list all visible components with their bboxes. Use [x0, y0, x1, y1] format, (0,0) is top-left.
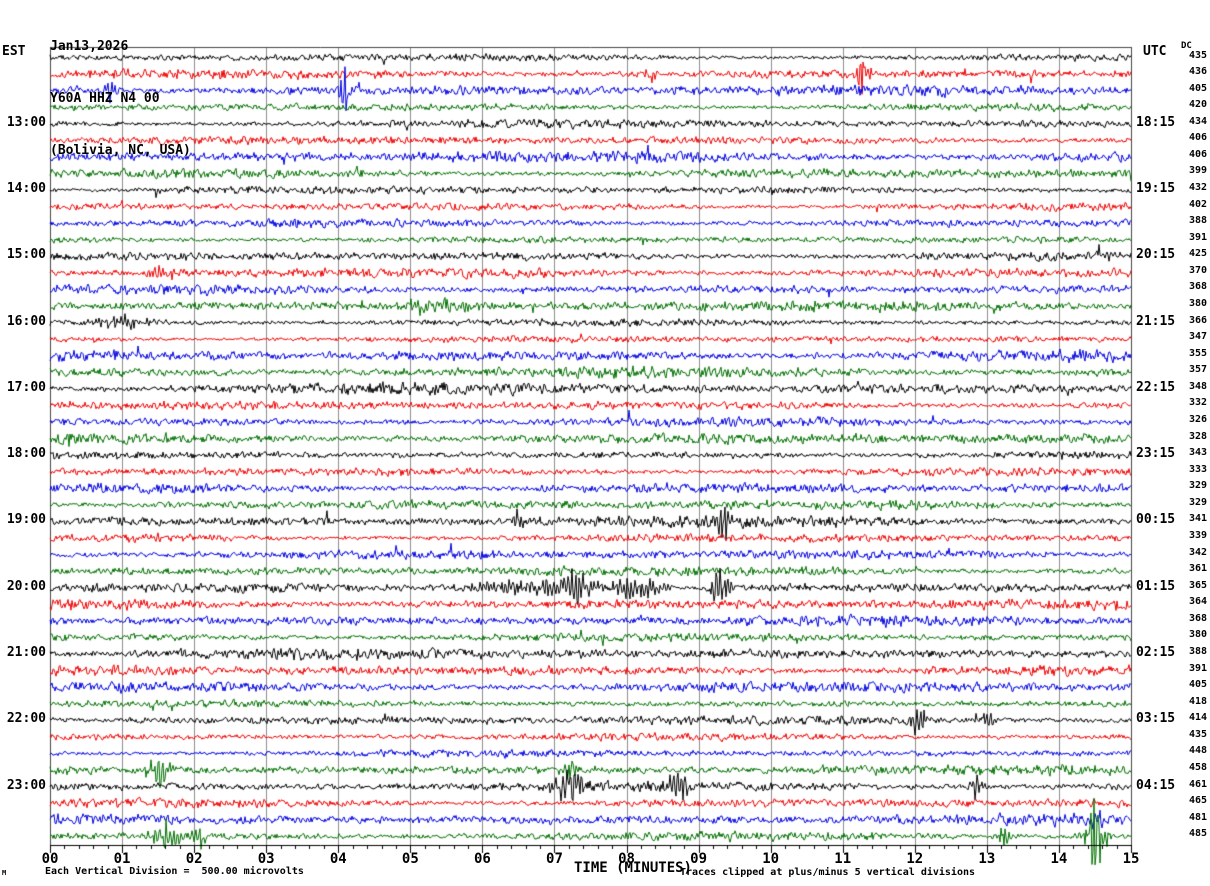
dc-offset-value: 420 — [1188, 99, 1207, 111]
minute-tick-label: 02 — [185, 851, 203, 867]
utc-time-label: 18:15 — [1136, 114, 1176, 130]
dc-offset-value: 485 — [1188, 828, 1207, 840]
dc-offset-value: 481 — [1188, 811, 1207, 823]
est-time-label: 15:00 — [6, 247, 46, 263]
dc-offset-value: 434 — [1188, 115, 1207, 127]
dc-offset-value: 388 — [1188, 215, 1207, 227]
utc-time-label: 21:15 — [1136, 313, 1176, 329]
utc-time-label: 02:15 — [1136, 645, 1176, 661]
dc-offset-value: 436 — [1188, 66, 1207, 78]
est-time-label: 13:00 — [6, 114, 46, 130]
minute-tick-label: 15 — [1122, 851, 1140, 867]
dc-offset-value: 425 — [1188, 248, 1207, 260]
dc-offset-value: 448 — [1188, 745, 1207, 757]
minute-tick-label: 10 — [762, 851, 780, 867]
est-time-label: 18:00 — [6, 446, 46, 462]
plot-label-layer: 435 436 405 420 13:00 18:15 434 406 406 399 14:00 1… — [0, 0, 1210, 886]
dc-offset-value: 368 — [1188, 612, 1207, 624]
est-time-label: 17:00 — [6, 379, 46, 395]
dc-offset-value: 406 — [1188, 132, 1207, 144]
est-time-label: 22:00 — [6, 711, 46, 727]
minute-tick-label: 01 — [113, 851, 131, 867]
utc-time-label: 00:15 — [1136, 512, 1176, 528]
dc-offset-value: 339 — [1188, 530, 1207, 542]
dc-offset-value: 432 — [1188, 182, 1207, 194]
minute-tick-label: 00 — [41, 851, 59, 867]
est-time-label: 20:00 — [6, 578, 46, 594]
dc-offset-value: 326 — [1188, 414, 1207, 426]
minute-tick-label: 06 — [473, 851, 491, 867]
dc-offset-value: 435 — [1188, 728, 1207, 740]
est-time-label: 14:00 — [6, 181, 46, 197]
dc-offset-value: 380 — [1188, 298, 1207, 310]
minute-tick-label: 03 — [257, 851, 275, 867]
dc-offset-value: 458 — [1188, 762, 1207, 773]
dc-offset-value: 368 — [1188, 281, 1207, 293]
minute-tick-label: 11 — [834, 851, 852, 867]
dc-offset-value: 435 — [1188, 49, 1207, 61]
dc-offset-value: 465 — [1188, 795, 1207, 807]
dc-offset-value: 365 — [1188, 579, 1207, 591]
clip-note: Traces clipped at plus/minus 5 vertical … — [680, 867, 976, 878]
dc-offset-value: 391 — [1188, 662, 1207, 674]
dc-offset-value: 333 — [1188, 463, 1207, 475]
utc-time-label: 20:15 — [1136, 247, 1176, 263]
minute-tick-label: 04 — [329, 851, 347, 867]
est-time-label: 16:00 — [6, 313, 46, 329]
utc-time-label: 22:15 — [1136, 379, 1176, 395]
dc-offset-value: 405 — [1188, 82, 1207, 94]
dc-offset-value: 347 — [1188, 331, 1207, 343]
dc-offset-value: 357 — [1188, 364, 1207, 376]
dc-offset-value: 399 — [1188, 165, 1207, 177]
dc-offset-value: 343 — [1188, 447, 1207, 459]
dc-offset-value: 405 — [1188, 679, 1207, 691]
dc-offset-value: 414 — [1188, 712, 1207, 724]
dc-offset-value: 418 — [1188, 695, 1207, 707]
utc-time-label: 01:15 — [1136, 578, 1176, 594]
dc-offset-value: 406 — [1188, 148, 1207, 160]
dc-offset-value: 342 — [1188, 546, 1207, 558]
dc-offset-value: 402 — [1188, 198, 1207, 210]
dc-offset-value: 341 — [1188, 513, 1207, 525]
minute-tick-label: 13 — [978, 851, 996, 867]
dc-offset-value: 355 — [1188, 347, 1207, 359]
utc-time-label: 03:15 — [1136, 711, 1176, 727]
dc-offset-value: 388 — [1188, 646, 1207, 658]
minute-tick-label: 14 — [1050, 851, 1068, 867]
minute-tick-label: 05 — [401, 851, 419, 867]
utc-time-label: 19:15 — [1136, 181, 1176, 197]
utc-time-label: 04:15 — [1136, 777, 1176, 793]
dc-offset-value: 380 — [1188, 629, 1207, 641]
dc-offset-value: 348 — [1188, 380, 1207, 392]
webicorder-page: Jan13,2026 Y60A HHZ N4 00 (Bolivia, NC, … — [0, 0, 1210, 886]
dc-offset-value: 364 — [1188, 596, 1207, 608]
dc-offset-value: 366 — [1188, 314, 1207, 326]
est-time-label: 23:00 — [6, 777, 46, 793]
est-time-label: 19:00 — [6, 512, 46, 528]
dc-offset-value: 328 — [1188, 430, 1207, 442]
watermark-glyph: M — [2, 869, 7, 877]
scale-note: Each Vertical Division = 500.00 microvol… — [45, 866, 304, 877]
dc-offset-value: 329 — [1188, 496, 1207, 508]
dc-offset-value: 329 — [1188, 480, 1207, 492]
utc-time-label: 23:15 — [1136, 446, 1176, 462]
dc-offset-value: 332 — [1188, 397, 1207, 409]
minute-tick-label: 12 — [906, 851, 924, 867]
dc-offset-value: 361 — [1188, 563, 1207, 575]
dc-offset-value: 461 — [1188, 778, 1207, 790]
dc-offset-value: 370 — [1188, 264, 1207, 276]
est-time-label: 21:00 — [6, 645, 46, 661]
dc-offset-value: 391 — [1188, 231, 1207, 243]
